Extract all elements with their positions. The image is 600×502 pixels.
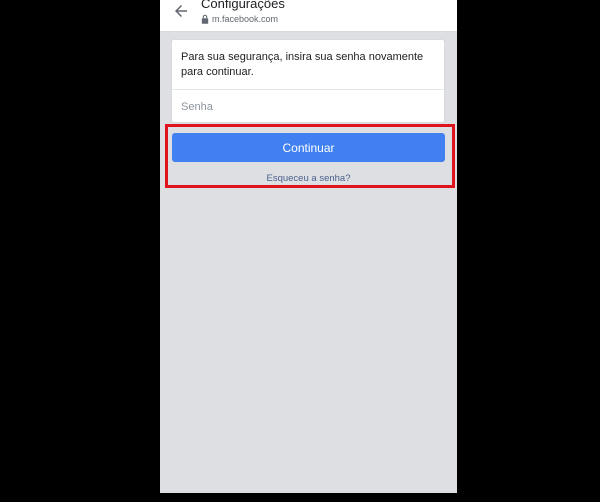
forgot-password-link[interactable]: Esqueceu a senha? [160,173,457,185]
card-divider [172,89,444,90]
page-title: Configurações [201,0,285,11]
screenshot-stage: Configurações m.facebook.com Para sua se… [0,0,600,502]
lock-icon [201,14,209,24]
security-message: Para sua segurança, insira sua senha nov… [181,51,424,78]
arrow-left-icon[interactable] [172,2,190,20]
reauth-card: Para sua segurança, insira sua senha nov… [171,39,445,123]
continue-button[interactable]: Continuar [172,133,445,162]
url-text: m.facebook.com [212,14,279,24]
password-input[interactable] [181,98,431,116]
url-row: m.facebook.com [201,13,278,25]
page-header: Configurações m.facebook.com [160,0,457,32]
mobile-browser-viewport: Configurações m.facebook.com Para sua se… [160,0,457,493]
